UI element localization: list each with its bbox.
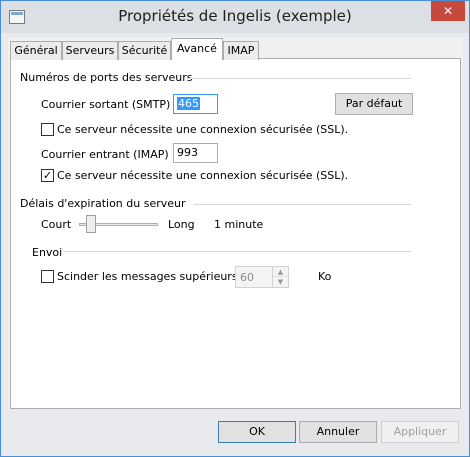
timeout-divider — [194, 204, 411, 205]
split-size-stepper[interactable]: 60 ▲ ▼ — [235, 266, 289, 288]
smtp-label: Courrier sortant (SMTP) : — [41, 98, 178, 111]
timeout-slider-thumb[interactable] — [85, 215, 96, 233]
imap-ssl-checkbox[interactable]: ✓ — [41, 169, 54, 182]
default-ports-button[interactable]: Par défaut — [335, 93, 413, 115]
smtp-port-value: 465 — [177, 97, 200, 110]
close-button[interactable]: ✕ — [431, 1, 465, 21]
tab-avance[interactable]: Avancé — [171, 38, 223, 60]
smtp-ssl-checkbox[interactable] — [41, 123, 54, 136]
split-unit-label: Ko — [318, 270, 332, 283]
send-divider — [64, 251, 411, 252]
split-messages-label: Scinder les messages supérieurs à — [57, 270, 248, 283]
properties-dialog: Propriétés de Ingelis (exemple) ✕ Numéro… — [0, 0, 470, 457]
smtp-port-input[interactable]: 465 — [173, 94, 218, 114]
tab-imap[interactable]: IMAP — [223, 41, 259, 60]
imap-ssl-label: Ce serveur nécessite une connexion sécur… — [57, 169, 349, 182]
ports-divider — [189, 78, 411, 79]
timeout-value: 1 minute — [214, 218, 264, 231]
window-title: Propriétés de Ingelis (exemple) — [118, 7, 352, 25]
split-messages-checkbox[interactable] — [41, 270, 54, 283]
imap-label: Courrier entrant (IMAP) : — [41, 148, 176, 161]
tab-page-avance: Numéros de ports des serveurs Courrier s… — [10, 58, 461, 409]
timeout-heading: Délais d'expiration du serveur — [20, 197, 186, 210]
split-size-value: 60 — [240, 271, 254, 284]
send-heading: Envoi — [32, 246, 63, 259]
smtp-ssl-label: Ce serveur nécessite une connexion sécur… — [57, 123, 349, 136]
ok-button[interactable]: OK — [218, 421, 296, 443]
tab-serveurs[interactable]: Serveurs — [62, 41, 118, 60]
imap-port-input[interactable]: 993 — [173, 143, 218, 163]
title-bar[interactable]: Propriétés de Ingelis (exemple) ✕ — [1, 1, 469, 33]
stepper-down-icon[interactable]: ▼ — [273, 277, 288, 287]
timeout-long-label: Long — [168, 218, 195, 231]
timeout-short-label: Court — [41, 218, 72, 231]
tab-general[interactable]: Général — [10, 41, 62, 60]
stepper-up-icon[interactable]: ▲ — [273, 267, 288, 277]
apply-button[interactable]: Appliquer — [381, 421, 459, 443]
stepper-buttons: ▲ ▼ — [272, 267, 288, 287]
tab-securite[interactable]: Sécurité — [118, 41, 171, 60]
ports-heading: Numéros de ports des serveurs — [20, 71, 193, 84]
cancel-button[interactable]: Annuler — [299, 421, 377, 443]
